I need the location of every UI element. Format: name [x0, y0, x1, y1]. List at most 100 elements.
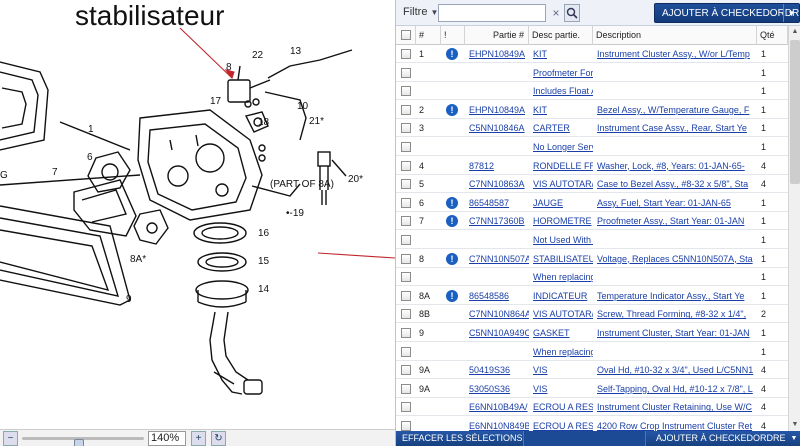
table-row[interactable]: 4 87812RONDELLE FREWasher, Lock, #8, Year… — [396, 157, 788, 175]
row-description-link[interactable]: Proofmeter Assy., Start Year: 01-JAN — [594, 212, 756, 230]
row-part-number-link[interactable]: 53050S36 — [466, 380, 529, 398]
row-description-link[interactable] — [594, 231, 756, 249]
magnifier-plus-icon[interactable]: + — [191, 431, 206, 446]
info-icon[interactable]: ! — [446, 103, 458, 116]
chevron-down-icon[interactable]: ▼ — [787, 431, 800, 446]
row-part-number-link[interactable]: 86548587 — [466, 194, 529, 212]
row-part-number-link[interactable]: E6NN10N849B/ — [466, 417, 529, 431]
table-row[interactable]: 9A 50419S36 VIS Oval Hd, #10-32 x 3/4", Use… — [396, 361, 788, 380]
column-header-num[interactable]: # — [416, 26, 441, 45]
row-part-number-link[interactable]: C5NN10A949C — [466, 324, 529, 342]
table-row[interactable]: E6NN10N849B/ECROU A RESS4200 Row Crop In… — [396, 417, 788, 431]
row-checkbox[interactable] — [401, 142, 411, 152]
table-row[interactable]: 6! 86548587 JAUGE Assy, Fuel, Start Year: 0… — [396, 194, 788, 212]
row-description-link[interactable]: Washer, Lock, #8, Years: 01-JAN-65- — [594, 157, 756, 175]
row-description-link[interactable]: Self-Tapping, Oval Hd, #10-12 x 7/8", L — [594, 380, 756, 398]
row-description-link[interactable]: Instrument Cluster Assy., W/or L/Temp — [594, 45, 756, 63]
info-icon[interactable]: ! — [446, 252, 458, 265]
row-description-link[interactable] — [594, 268, 756, 286]
row-part-desc-link[interactable]: JAUGE — [530, 194, 593, 212]
select-all-column[interactable] — [396, 26, 416, 45]
row-part-number-link[interactable]: C7NN10N864A — [466, 305, 529, 323]
row-part-number-link[interactable]: E6NN10B49A/ — [466, 398, 529, 416]
scroll-up-icon[interactable]: ▲ — [789, 26, 800, 38]
table-row[interactable]: 7! C7NN17360B HOROMETRE Proofmeter Assy., S… — [396, 212, 788, 231]
row-part-desc-link[interactable]: VIS — [530, 361, 593, 379]
add-to-checkout-bottom-button[interactable]: AJOUTER À CHECKEDORDRE ▼ — [645, 431, 800, 446]
row-description-link[interactable]: Screw, Thread Forming, #8-32 x 1/4", — [594, 305, 756, 323]
clear-selections-button[interactable]: EFFACER LES SÉLECTIONS — [396, 431, 524, 446]
row-part-number-link[interactable] — [466, 64, 529, 82]
table-row[interactable]: Not Used With (1 — [396, 231, 788, 249]
add-to-checkout-button[interactable]: AJOUTER À CHECKEDORDRE ▼ — [654, 3, 800, 23]
info-icon[interactable]: ! — [446, 48, 458, 60]
row-part-desc-link[interactable]: VIS — [530, 380, 593, 398]
row-part-desc-link[interactable]: INDICATEUR — [530, 287, 593, 305]
row-part-desc-link[interactable]: KIT — [530, 45, 593, 63]
row-part-number-link[interactable] — [466, 82, 529, 100]
row-checkbox[interactable] — [401, 421, 411, 431]
filter-dropdown[interactable]: Filtre ▼ — [403, 6, 438, 18]
row-checkbox[interactable] — [401, 253, 411, 264]
row-checkbox[interactable] — [401, 290, 411, 301]
row-checkbox[interactable] — [401, 179, 411, 190]
row-description-link[interactable]: Instrument Cluster, Start Year: 01-JAN — [594, 324, 756, 342]
row-part-number-link[interactable] — [466, 268, 529, 286]
row-description-link[interactable]: Temperature Indicator Assy., Start Ye — [594, 287, 756, 305]
scrollbar-thumb[interactable] — [790, 40, 800, 184]
row-checkbox[interactable] — [401, 160, 411, 171]
row-checkbox[interactable] — [401, 49, 411, 59]
table-row[interactable]: 9 C5NN10A949C GASKET Instrument Cluster, St… — [396, 324, 788, 342]
table-row[interactable]: When replacing 1 — [396, 268, 788, 287]
row-part-desc-link[interactable]: When replacing — [530, 268, 593, 286]
column-header-part-desc[interactable]: Desc partie. — [529, 26, 593, 45]
table-row[interactable]: 8! C7NN10N507A STABILISATEUI Voltage, Repla… — [396, 250, 788, 268]
row-part-desc-link[interactable]: Not Used With ( — [530, 231, 593, 249]
row-description-link[interactable] — [594, 64, 756, 82]
row-part-desc-link[interactable]: HOROMETRE — [530, 212, 593, 230]
table-row[interactable]: When replacing 1 — [396, 343, 788, 361]
search-input[interactable] — [438, 4, 546, 22]
table-row[interactable]: Includes Float A 1 — [396, 82, 788, 101]
table-row[interactable]: No Longer Serv 1 — [396, 138, 788, 156]
column-header-description[interactable]: Description — [593, 26, 757, 45]
row-checkbox[interactable] — [401, 272, 411, 283]
row-part-desc-link[interactable]: ECROU A RESS — [530, 417, 593, 431]
row-description-link[interactable]: Voltage, Replaces C5NN10N507A, Sta — [594, 250, 756, 268]
row-part-desc-link[interactable]: STABILISATEUI — [530, 250, 593, 268]
zoom-value[interactable]: 140% — [148, 431, 186, 446]
row-part-number-link[interactable]: 86548586 — [466, 287, 529, 305]
row-part-desc-link[interactable]: No Longer Serv — [530, 138, 593, 156]
magnifier-minus-icon[interactable]: − — [3, 431, 18, 446]
row-checkbox[interactable] — [401, 104, 411, 115]
row-part-number-link[interactable]: C7NN10N507A — [466, 250, 529, 268]
column-header-qty[interactable]: Qté — [757, 26, 788, 45]
row-description-link[interactable] — [594, 82, 756, 100]
row-checkbox[interactable] — [401, 197, 411, 208]
row-part-number-link[interactable]: 87812 — [466, 157, 529, 175]
table-row[interactable]: 3 C5NN10846A CARTER Instrument Case Assy., … — [396, 119, 788, 138]
row-part-desc-link[interactable]: GASKET — [530, 324, 593, 342]
row-part-number-link[interactable]: EHPN10849A — [466, 101, 529, 119]
row-part-desc-link[interactable]: KIT — [530, 101, 593, 119]
row-checkbox[interactable] — [401, 328, 411, 338]
row-part-number-link[interactable]: EHPN10849A — [466, 45, 529, 63]
row-part-desc-link[interactable]: When replacing — [530, 343, 593, 361]
row-part-number-link[interactable]: C7NN10863A — [466, 175, 529, 193]
row-part-number-link[interactable] — [466, 138, 529, 156]
clear-search-icon[interactable]: × — [549, 5, 563, 21]
table-row[interactable]: 2! EHPN10849A KIT Bezel Assy., W/Temperatur… — [396, 101, 788, 119]
select-all-checkbox[interactable] — [401, 30, 411, 40]
row-checkbox[interactable] — [401, 365, 411, 376]
row-part-number-link[interactable]: 50419S36 — [466, 361, 529, 379]
row-checkbox[interactable] — [401, 216, 411, 227]
row-checkbox[interactable] — [401, 383, 411, 394]
row-part-desc-link[interactable]: Includes Float A — [530, 82, 593, 100]
row-checkbox[interactable] — [401, 402, 411, 413]
row-part-number-link[interactable] — [466, 231, 529, 249]
row-part-desc-link[interactable]: RONDELLE FRE — [530, 157, 593, 175]
row-description-link[interactable] — [594, 343, 756, 361]
row-description-link[interactable]: Instrument Case Assy., Rear, Start Ye — [594, 119, 756, 137]
table-row[interactable]: 5 C7NN10863A VIS AUTOTAR/Case to Bezel Ass… — [396, 175, 788, 194]
info-icon[interactable]: ! — [446, 196, 458, 209]
